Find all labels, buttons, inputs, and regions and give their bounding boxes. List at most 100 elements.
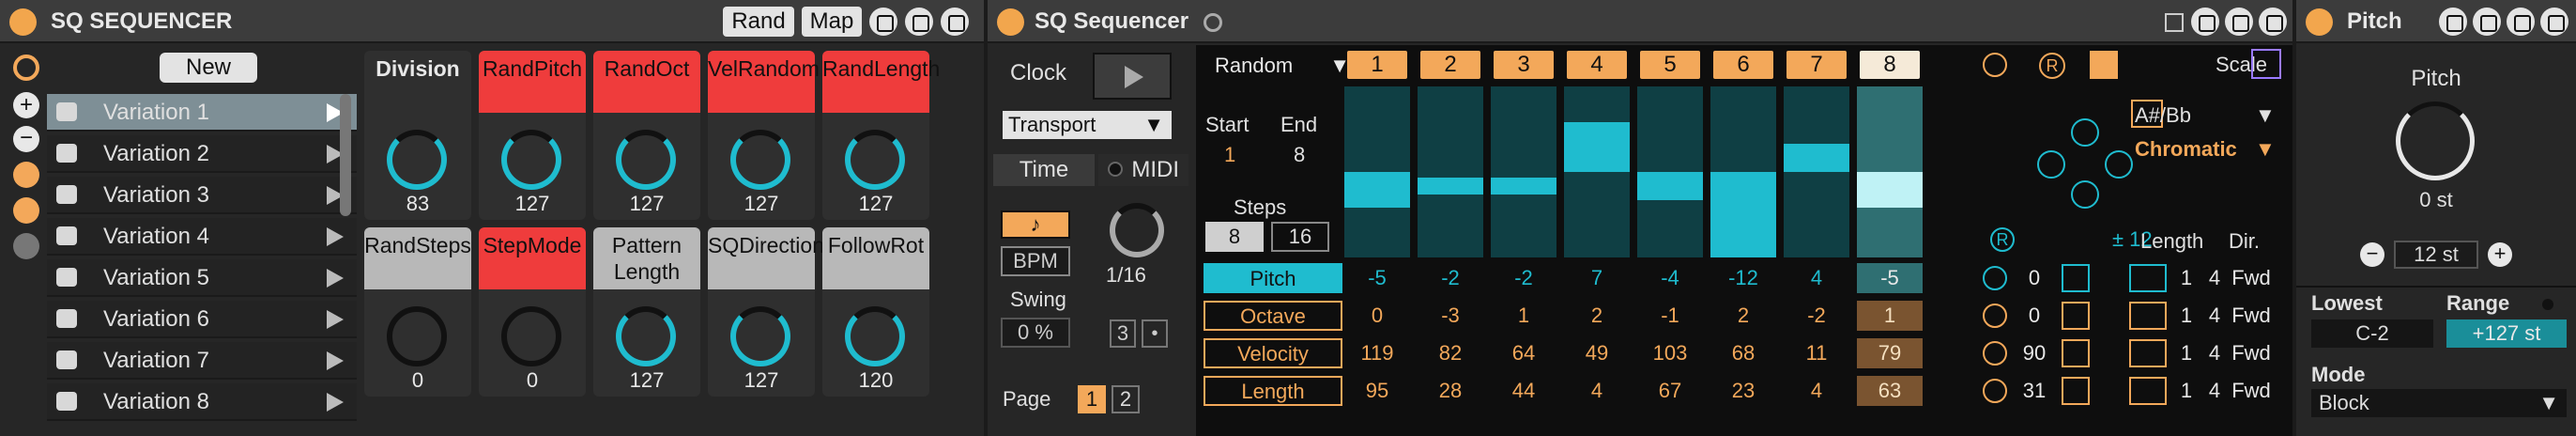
- step-number[interactable]: 6: [1713, 51, 1773, 79]
- variation-row[interactable]: Variation 5: [47, 259, 357, 297]
- variation-row[interactable]: Variation 4: [47, 218, 357, 256]
- row-offset[interactable]: 0: [2011, 301, 2058, 331]
- variation-row[interactable]: Variation 7: [47, 342, 357, 380]
- macro-knob[interactable]: [501, 130, 561, 190]
- row-direction[interactable]: Fwd: [2225, 263, 2277, 293]
- row-link-icon[interactable]: [2129, 377, 2167, 405]
- row-value[interactable]: -12: [1710, 263, 1776, 293]
- step-column[interactable]: [1564, 86, 1630, 257]
- row-direction[interactable]: Fwd: [2225, 338, 2277, 368]
- row-value[interactable]: -2: [1784, 301, 1849, 331]
- dice-icon[interactable]: [2090, 51, 2118, 79]
- row-value[interactable]: -5: [1344, 263, 1410, 293]
- row-length-min[interactable]: 1: [2172, 376, 2200, 406]
- randomize-icon[interactable]: [13, 197, 39, 224]
- rand-button[interactable]: Rand: [723, 7, 794, 37]
- row-value[interactable]: 2: [1710, 301, 1776, 331]
- mode-select[interactable]: Block ▼: [2311, 389, 2567, 417]
- camera-icon[interactable]: [56, 309, 77, 328]
- map-button[interactable]: Map: [802, 7, 862, 37]
- variation-row[interactable]: Variation 3: [47, 177, 357, 214]
- more-icon[interactable]: [2259, 8, 2287, 36]
- row-direction[interactable]: Fwd: [2225, 301, 2277, 331]
- scale-flat-icon[interactable]: [2251, 49, 2281, 79]
- row-sync-icon[interactable]: [1983, 341, 2007, 366]
- row-dice-icon[interactable]: [2062, 264, 2090, 292]
- start-value[interactable]: 1: [1224, 143, 1235, 167]
- macro-knob[interactable]: [845, 306, 905, 366]
- transport-select[interactable]: Transport ▼: [1003, 111, 1172, 139]
- variation-row[interactable]: Variation 2: [47, 135, 357, 173]
- step-number[interactable]: 8: [1860, 51, 1920, 79]
- row-offset[interactable]: 90: [2011, 338, 2058, 368]
- row-value[interactable]: 1: [1491, 301, 1556, 331]
- row-dice-icon[interactable]: [2062, 339, 2090, 367]
- pitch-knob[interactable]: [2396, 101, 2475, 180]
- row-value[interactable]: 82: [1418, 338, 1483, 368]
- hotswap-icon[interactable]: [2191, 8, 2219, 36]
- page-2-button[interactable]: 2: [1112, 385, 1140, 413]
- nav-left-icon[interactable]: [2037, 150, 2065, 179]
- power-button[interactable]: [997, 8, 1024, 36]
- row-link-icon[interactable]: [2129, 339, 2167, 367]
- variation-row[interactable]: Variation 1: [47, 94, 357, 132]
- row-sync-icon[interactable]: [1983, 304, 2007, 328]
- camera-icon[interactable]: [56, 185, 77, 204]
- step-column[interactable]: [1344, 86, 1410, 257]
- list-icon[interactable]: [13, 233, 39, 259]
- row-label-octave[interactable]: Octave: [1204, 301, 1342, 331]
- step-number[interactable]: 4: [1567, 51, 1627, 79]
- step-number[interactable]: 7: [1786, 51, 1847, 79]
- minus-button[interactable]: −: [2360, 242, 2384, 267]
- row-direction[interactable]: Fwd: [2225, 376, 2277, 406]
- row-value[interactable]: 95: [1344, 376, 1410, 406]
- new-button[interactable]: New: [160, 53, 257, 83]
- row-value[interactable]: -2: [1418, 263, 1483, 293]
- row-value[interactable]: 67: [1637, 376, 1703, 406]
- step-number[interactable]: 2: [1420, 51, 1480, 79]
- save-preset-icon[interactable]: [2225, 8, 2253, 36]
- row-value[interactable]: 63: [1857, 376, 1923, 406]
- row-length-min[interactable]: 1: [2172, 301, 2200, 331]
- camera-icon[interactable]: [56, 268, 77, 287]
- row-value[interactable]: -5: [1857, 263, 1923, 293]
- row-value[interactable]: 68: [1710, 338, 1776, 368]
- row-length-min[interactable]: 1: [2172, 338, 2200, 368]
- mode-select[interactable]: Random ▼: [1205, 51, 1356, 81]
- row-link-icon[interactable]: [2129, 264, 2167, 292]
- step-number[interactable]: 3: [1494, 51, 1554, 79]
- row-value[interactable]: 4: [1564, 376, 1630, 406]
- snapshot-icon[interactable]: [13, 162, 39, 188]
- add-variation-icon[interactable]: +: [13, 92, 39, 118]
- row-label-pitch[interactable]: Pitch: [1204, 263, 1342, 293]
- row-sync-icon[interactable]: [1983, 266, 2007, 290]
- row-value[interactable]: 64: [1491, 338, 1556, 368]
- row-value[interactable]: 1: [1857, 301, 1923, 331]
- remove-variation-icon[interactable]: −: [13, 126, 39, 152]
- camera-icon[interactable]: [56, 102, 77, 121]
- row-dice-icon[interactable]: [2062, 302, 2090, 330]
- scale-name[interactable]: Chromatic: [2135, 137, 2237, 162]
- row-link-icon[interactable]: [2129, 302, 2167, 330]
- row-offset[interactable]: 31: [2011, 376, 2058, 406]
- step-column[interactable]: [1857, 86, 1923, 257]
- macro-knob[interactable]: [845, 130, 905, 190]
- row-offset[interactable]: 0: [2011, 263, 2058, 293]
- step-column[interactable]: [1491, 86, 1556, 257]
- nav-down-icon[interactable]: [2071, 180, 2099, 209]
- plus-button[interactable]: +: [2488, 242, 2512, 267]
- sync-note-toggle[interactable]: ♪: [1001, 210, 1070, 239]
- save-preset-icon[interactable]: [905, 8, 933, 36]
- macro-knob[interactable]: [501, 306, 561, 366]
- camera-icon[interactable]: [56, 226, 77, 245]
- row-value[interactable]: 28: [1418, 376, 1483, 406]
- row-value[interactable]: 23: [1710, 376, 1776, 406]
- tab-time[interactable]: Time: [993, 154, 1095, 186]
- row-value[interactable]: -4: [1637, 263, 1703, 293]
- rate-knob[interactable]: [1110, 203, 1164, 257]
- row-value[interactable]: 79: [1857, 338, 1923, 368]
- camera-icon[interactable]: [56, 350, 77, 369]
- sync-icon[interactable]: [1983, 53, 2007, 77]
- dotted-toggle[interactable]: •: [1142, 319, 1168, 348]
- macro-knob[interactable]: [730, 306, 790, 366]
